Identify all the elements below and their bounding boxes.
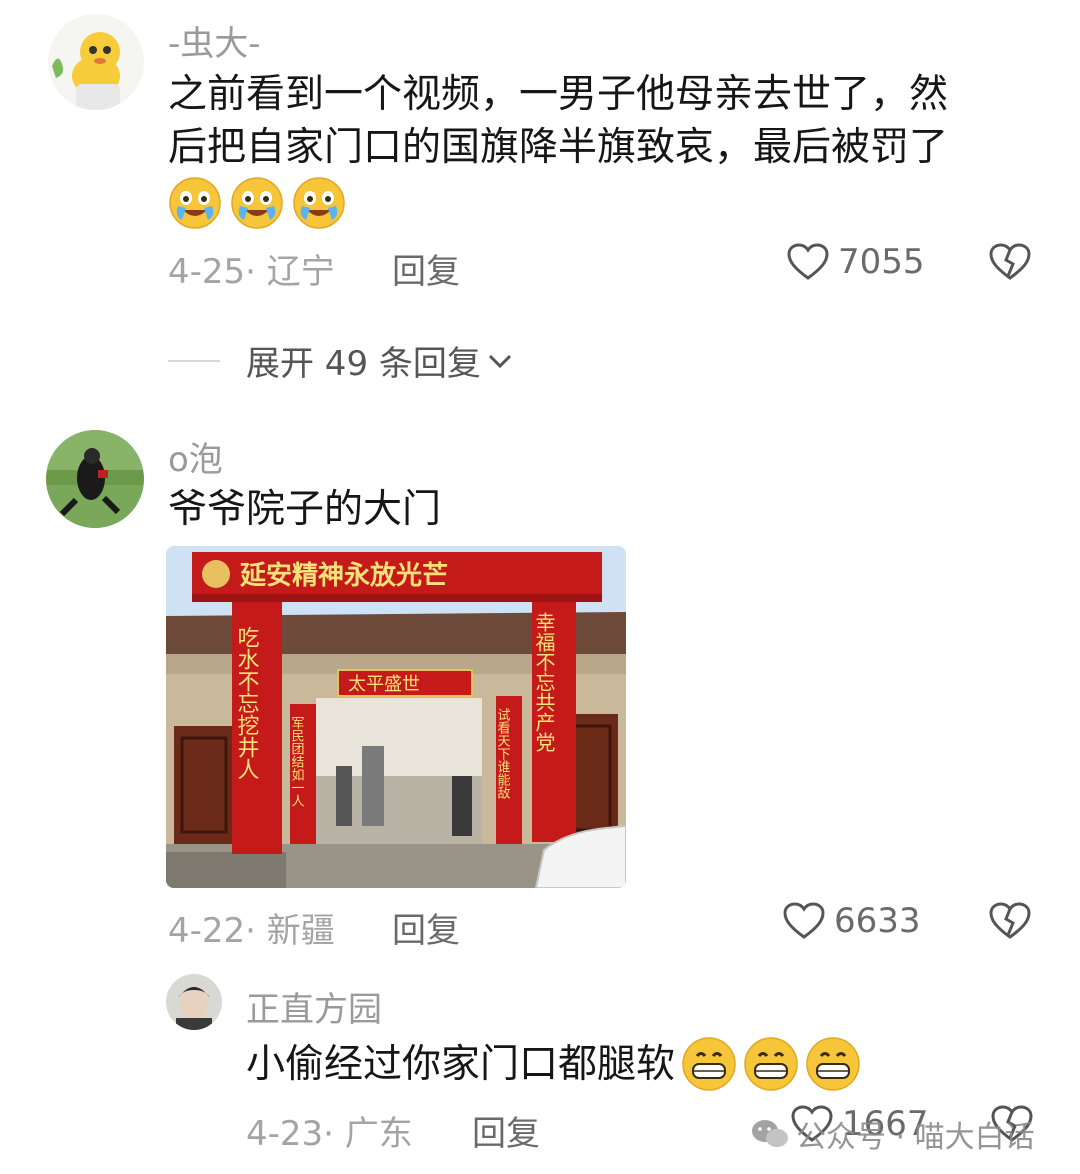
reply-button[interactable]: 回复 bbox=[472, 1106, 540, 1155]
watermark: 公众号 · 喵大白话 bbox=[750, 1112, 1035, 1156]
like-count: 6633 bbox=[834, 901, 921, 941]
comment-username[interactable]: 正直方园 bbox=[246, 982, 382, 1031]
like-button[interactable]: 6633 bbox=[782, 901, 921, 941]
broken-heart-icon bbox=[989, 243, 1031, 280]
gate-banner-text: 延安精神永放光芒 bbox=[239, 560, 448, 591]
comment-username[interactable]: -虫大- bbox=[168, 16, 261, 65]
avatar-zhengzhifangyuan[interactable] bbox=[166, 974, 222, 1030]
grinning-emoji-icon bbox=[744, 1037, 798, 1091]
comment-text-line2: 后把自家门口的国旗降半旗致哀，最后被罚了 bbox=[168, 125, 949, 170]
crying-laughing-emoji-icon bbox=[231, 177, 283, 229]
broken-heart-icon bbox=[989, 902, 1031, 939]
crying-laughing-emoji-icon bbox=[169, 177, 221, 229]
cartoon-avatar-icon bbox=[48, 14, 144, 110]
grinning-emoji-icon bbox=[682, 1037, 736, 1091]
comment-date-location: 4-22· 新疆 bbox=[168, 911, 335, 951]
comment-text: 爷爷院子的大门 bbox=[168, 487, 442, 532]
left-couplet-text: 吃水不忘挖井人 bbox=[234, 626, 260, 780]
comment-date-location: 4-25· 辽宁 bbox=[168, 252, 335, 292]
inner-right-couplet-text: 试看天下谁能敌 bbox=[495, 708, 511, 800]
expand-replies-button[interactable]: 展开 49 条回复 bbox=[168, 336, 515, 385]
like-button[interactable]: 7055 bbox=[786, 242, 925, 282]
emoji-row bbox=[168, 176, 346, 230]
plaque-text: 太平盛世 bbox=[348, 674, 420, 695]
comment-text: 小偷经过你家门口都腿软 bbox=[246, 1041, 676, 1087]
comment-username[interactable]: o泡 bbox=[168, 432, 223, 481]
avatar-opao[interactable] bbox=[46, 430, 144, 528]
comment-text-row: 小偷经过你家门口都腿软 bbox=[246, 1036, 861, 1092]
right-couplet-text: 幸福不忘共产党 bbox=[532, 612, 556, 752]
chevron-down-icon bbox=[488, 354, 511, 368]
crying-laughing-emoji-icon bbox=[293, 177, 345, 229]
portrait-avatar-icon bbox=[166, 974, 222, 1030]
watermark-text: 公众号 · 喵大白话 bbox=[796, 1120, 1035, 1155]
dislike-button[interactable] bbox=[988, 901, 1032, 945]
wechat-icon bbox=[752, 1120, 788, 1147]
reply-button[interactable]: 回复 bbox=[392, 903, 460, 952]
reply-button[interactable]: 回复 bbox=[392, 244, 460, 293]
expand-replies-label: 展开 49 条回复 bbox=[246, 344, 481, 384]
inner-left-couplet-text: 军民团结如一人 bbox=[289, 716, 305, 807]
grinning-emoji-icon bbox=[806, 1037, 860, 1091]
gate-photo-image: 延安精神永放光芒 吃水不忘挖井人 幸福不忘共产党 太平盛世 军民团结如一人 试看… bbox=[166, 546, 626, 888]
comment-photo[interactable]: 延安精神永放光芒 吃水不忘挖井人 幸福不忘共产党 太平盛世 军民团结如一人 试看… bbox=[166, 546, 626, 888]
heart-outline-icon bbox=[783, 902, 825, 939]
avatar-chongda[interactable] bbox=[48, 14, 144, 110]
divider-line bbox=[168, 359, 220, 362]
dislike-button[interactable] bbox=[988, 242, 1032, 286]
like-count: 7055 bbox=[838, 242, 925, 282]
comment-text-line1: 之前看到一个视频，一男子他母亲去世了，然 bbox=[168, 72, 949, 117]
photo-avatar-icon bbox=[46, 430, 144, 528]
heart-outline-icon bbox=[787, 243, 829, 280]
comment-date-location: 4-23· 广东 bbox=[246, 1114, 413, 1154]
